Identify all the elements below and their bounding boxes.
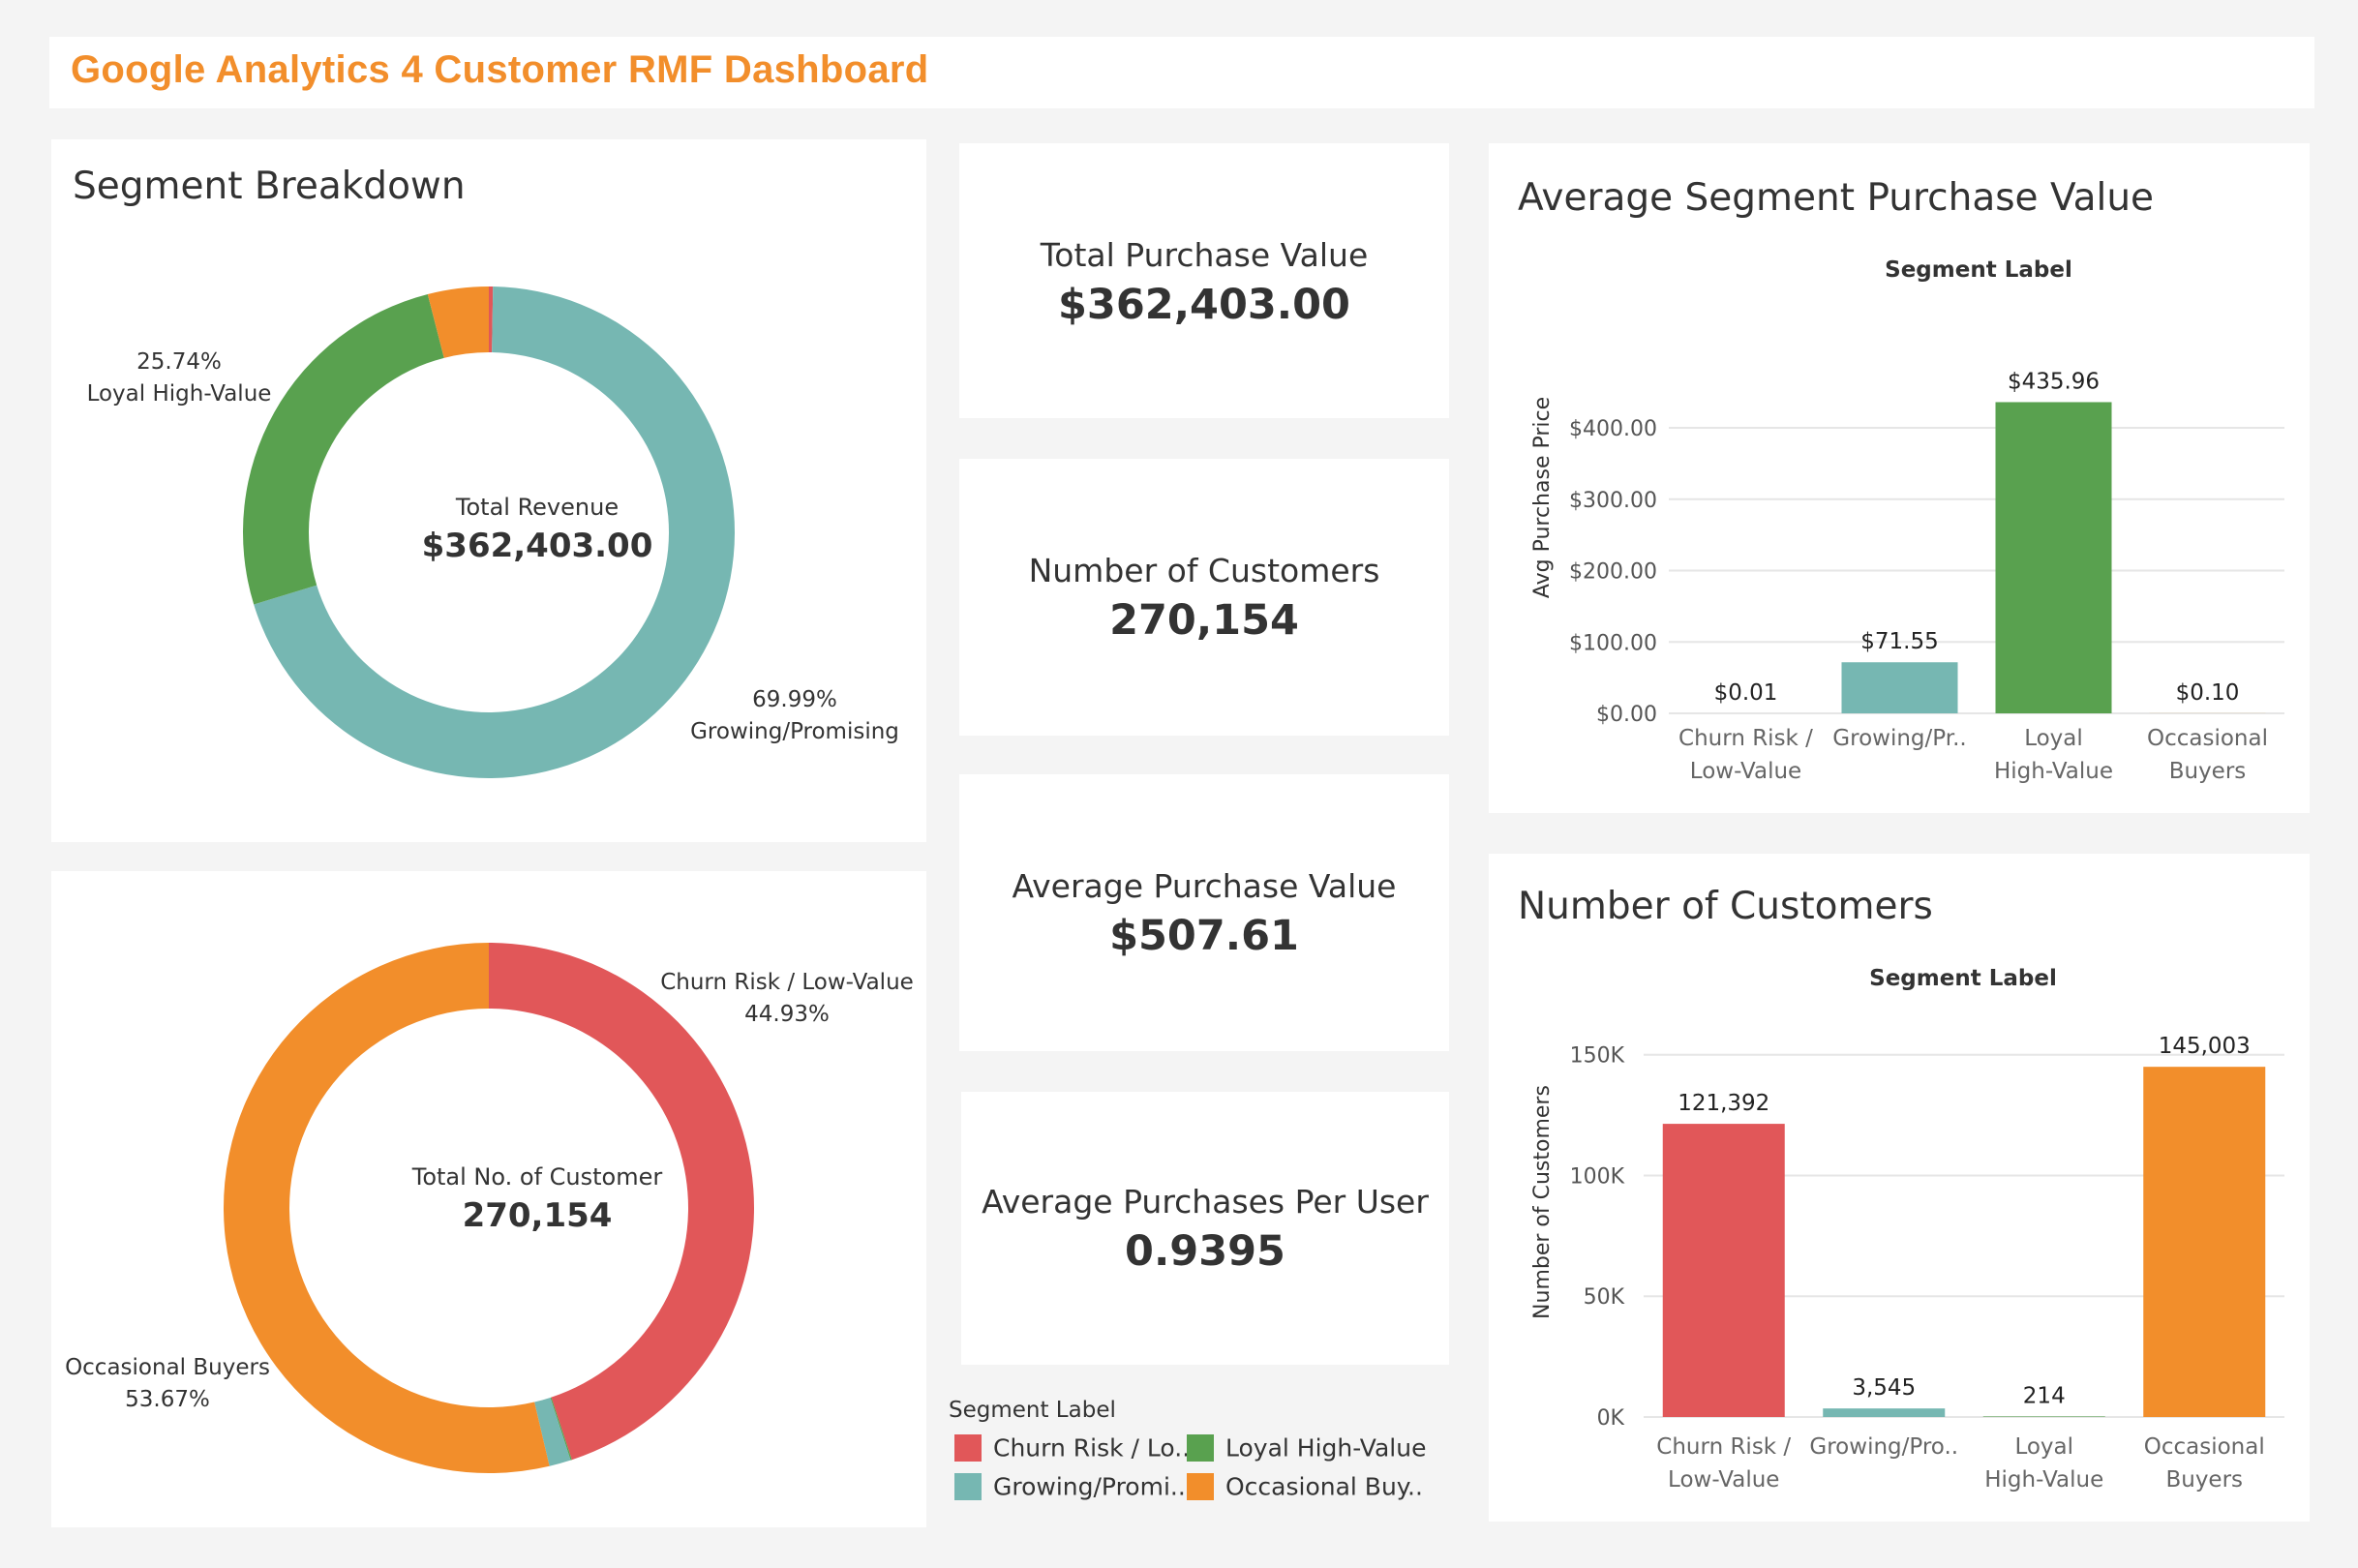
slice-label: 44.93% <box>744 1002 830 1027</box>
x-tick-label: Occasional <box>2147 726 2268 751</box>
x-tick-label: Loyal <box>2014 1434 2073 1460</box>
legend-swatch <box>1187 1473 1214 1500</box>
kpi-total-purchase-value: Total Purchase Value $362,403.00 <box>959 143 1449 418</box>
customers-donut-panel: Churn Risk / Low-Value 44.93% Occasional B… <box>51 871 926 1527</box>
bar[interactable] <box>1823 1408 1946 1417</box>
y-tick-label: 150K <box>1570 1044 1625 1069</box>
y-tick-label: 0K <box>1597 1406 1625 1431</box>
x-tick-label: Growing/Pr.. <box>1832 726 1966 751</box>
segment-legend: Segment Label Churn Risk / Lo.. Loyal Hi… <box>949 1394 1452 1520</box>
bar-value-label: $0.01 <box>1714 680 1778 706</box>
legend-title: Segment Label <box>949 1398 1116 1423</box>
x-tick-label: Low-Value <box>1690 759 1801 784</box>
slice-label: Loyal High-Value <box>87 381 272 407</box>
legend-item-loyal[interactable]: Loyal High-Value <box>1187 1432 1426 1462</box>
legend-item-occasional[interactable]: Occasional Buy.. <box>1187 1471 1423 1501</box>
column-header: Segment Label <box>1869 966 2057 991</box>
legend-item-growing[interactable]: Growing/Promi.. <box>954 1471 1186 1501</box>
slice-label: Growing/Promising <box>690 719 899 744</box>
revenue-center-label: Total Revenue <box>455 494 620 521</box>
bar[interactable] <box>1982 1416 2105 1417</box>
y-tick-label: $300.00 <box>1569 489 1657 513</box>
title-bar: Google Analytics 4 Customer RMF Dashboar… <box>49 37 2314 108</box>
revenue-donut-panel: Segment Breakdown 25.74% Loyal High-Value… <box>51 139 926 842</box>
kpi-label: Average Purchases Per User <box>982 1183 1429 1221</box>
legend-swatch <box>1187 1434 1214 1462</box>
legend-swatch <box>954 1434 982 1462</box>
bar[interactable] <box>1662 1124 1785 1417</box>
y-axis-label: Avg Purchase Price <box>1530 397 1555 598</box>
x-tick-label: Buyers <box>2165 1467 2243 1493</box>
kpi-label: Average Purchase Value <box>1012 867 1397 905</box>
legend-item-label: Loyal High-Value <box>1225 1433 1427 1462</box>
bar-value-label: 121,392 <box>1678 1091 1769 1116</box>
kpi-average-purchase-value: Average Purchase Value $507.61 <box>959 774 1449 1051</box>
x-tick-label: Loyal <box>2024 726 2083 751</box>
slice-label: Occasional Buyers <box>65 1355 270 1380</box>
customers-center-label: Total No. of Customer <box>411 1163 663 1191</box>
y-tick-label: $100.00 <box>1569 631 1657 655</box>
x-tick-label: Churn Risk / <box>1678 726 1813 751</box>
slice-label: 53.67% <box>125 1387 210 1412</box>
x-tick-label: High-Value <box>1994 759 2113 784</box>
y-axis-label: Number of Customers <box>1530 1085 1555 1319</box>
y-tick-label: $200.00 <box>1569 560 1657 585</box>
customers-count-bar-chart: Segment Label Number of Customers 0K 50K 100… <box>1530 966 2284 1493</box>
bar-value-label: 3,545 <box>1852 1375 1916 1401</box>
kpi-value: 0.9395 <box>1125 1227 1285 1276</box>
kpi-average-purchases-per-user: Average Purchases Per User 0.9395 <box>961 1092 1449 1365</box>
kpi-value: $362,403.00 <box>1058 281 1350 329</box>
bar-value-label: $71.55 <box>1860 629 1938 654</box>
bar[interactable] <box>1995 402 2112 713</box>
legend-item-label: Growing/Promi.. <box>993 1472 1186 1501</box>
legend-item-label: Churn Risk / Lo.. <box>993 1433 1191 1462</box>
legend-item-churn[interactable]: Churn Risk / Lo.. <box>954 1432 1190 1462</box>
bar-value-label: $435.96 <box>2008 369 2100 394</box>
avg-purchase-panel: Average Segment Purchase Value Segment L… <box>1489 143 2310 813</box>
x-tick-label: Low-Value <box>1668 1467 1779 1493</box>
x-tick-label: Growing/Pro.. <box>1809 1434 1958 1460</box>
bar[interactable] <box>2143 1067 2266 1417</box>
kpi-label: Number of Customers <box>1028 552 1380 589</box>
kpi-label: Total Purchase Value <box>1040 236 1369 274</box>
avg-purchase-bar-chart: Segment Label Avg Purchase Price $0.00 $100… <box>1530 257 2284 784</box>
slice-label: 25.74% <box>136 349 222 375</box>
x-tick-label: High-Value <box>1984 1467 2103 1493</box>
legend-swatch <box>954 1473 982 1500</box>
y-tick-label: $0.00 <box>1596 703 1657 727</box>
slice-label: Churn Risk / Low-Value <box>660 970 914 995</box>
revenue-center-value: $362,403.00 <box>421 527 653 565</box>
customers-count-panel: Number of Customers Segment Label Number … <box>1489 854 2310 1522</box>
x-tick-label: Churn Risk / <box>1656 1434 1791 1460</box>
kpi-value: 270,154 <box>1109 596 1299 645</box>
bar-value-label: $0.10 <box>2176 680 2240 706</box>
kpi-value: $507.61 <box>1109 912 1299 960</box>
column-header: Segment Label <box>1885 257 2072 283</box>
x-tick-label: Buyers <box>2169 759 2247 784</box>
customers-center-value: 270,154 <box>462 1196 613 1235</box>
y-tick-label: 50K <box>1584 1285 1625 1310</box>
bar-value-label: 145,003 <box>2159 1034 2251 1059</box>
dashboard-title: Google Analytics 4 Customer RMF Dashboar… <box>71 48 929 91</box>
legend-item-label: Occasional Buy.. <box>1225 1472 1423 1501</box>
kpi-number-of-customers: Number of Customers 270,154 <box>959 459 1449 736</box>
revenue-donut-chart: 25.74% Loyal High-Value 69.99% Growing/Prom… <box>87 286 899 778</box>
y-tick-label: $400.00 <box>1569 417 1657 441</box>
y-tick-label: 100K <box>1570 1164 1625 1189</box>
x-tick-label: Occasional <box>2144 1434 2265 1460</box>
bar-value-label: 214 <box>2023 1383 2066 1408</box>
bar[interactable] <box>1841 662 1958 713</box>
slice-label: 69.99% <box>752 687 837 712</box>
